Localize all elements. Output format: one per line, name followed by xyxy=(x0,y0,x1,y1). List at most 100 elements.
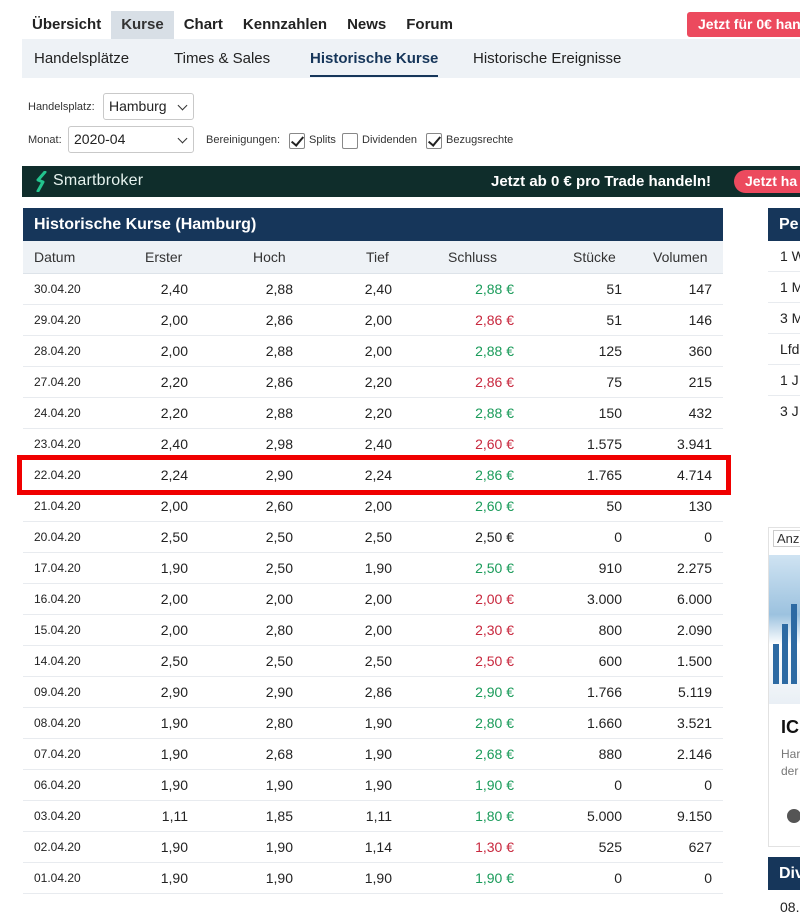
cell-erster: 1,90 xyxy=(160,839,188,855)
nav-kurse[interactable]: Kurse xyxy=(111,11,174,39)
smartbroker-banner[interactable]: Smartbroker Jetzt ab 0 € pro Trade hande… xyxy=(22,166,800,197)
perf-row: Lfd xyxy=(768,334,800,365)
side-ad[interactable]: Anz IC Har der xyxy=(768,527,800,847)
cell-erster: 1,90 xyxy=(160,715,188,731)
cell-erster: 2,90 xyxy=(160,684,188,700)
smartbroker-logo-icon xyxy=(36,171,47,192)
col-stuecke[interactable]: Stücke xyxy=(573,241,616,274)
table-row: 06.04.20 1,90 1,90 1,90 1,90 € 0 0 xyxy=(23,770,723,801)
cell-datum: 27.04.20 xyxy=(34,375,81,389)
dividenden-checkbox[interactable] xyxy=(342,133,358,149)
cell-erster: 2,00 xyxy=(160,622,188,638)
col-erster[interactable]: Erster xyxy=(145,241,182,274)
cell-tief: 1,14 xyxy=(364,839,392,855)
splits-checkbox[interactable] xyxy=(289,133,305,149)
cell-tief: 1,11 xyxy=(365,808,392,824)
cell-schluss: 2,86 € xyxy=(475,312,514,328)
banner-brand: Smartbroker xyxy=(53,172,144,189)
cell-schluss: 2,50 € xyxy=(475,653,514,669)
subnav-handelsplaetze[interactable]: Handelsplätze xyxy=(34,39,129,78)
bezugsrechte-checkbox[interactable] xyxy=(426,133,442,149)
cell-hoch: 1,85 xyxy=(265,808,293,824)
cell-volumen: 2.090 xyxy=(676,622,712,638)
globe-icon xyxy=(787,809,800,823)
cell-hoch: 2,60 xyxy=(265,498,293,514)
cell-tief: 2,86 xyxy=(364,684,392,700)
cell-volumen: 3.521 xyxy=(676,715,712,731)
table-row: 16.04.20 2,00 2,00 2,00 2,00 € 3.000 6.000 xyxy=(23,584,723,615)
monat-select[interactable]: 2020-04 xyxy=(68,126,194,153)
cell-datum: 07.04.20 xyxy=(34,747,81,761)
cell-erster: 2,00 xyxy=(160,498,188,514)
cell-volumen: 0 xyxy=(704,870,712,886)
cell-stuecke: 0 xyxy=(614,870,622,886)
monat-value: 2020-04 xyxy=(74,131,126,147)
col-datum[interactable]: Datum xyxy=(34,241,75,274)
table-row: 29.04.20 2,00 2,86 2,00 2,86 € 51 146 xyxy=(23,305,723,336)
cell-hoch: 2,80 xyxy=(265,715,293,731)
col-schluss[interactable]: Schluss xyxy=(448,241,497,274)
col-tief[interactable]: Tief xyxy=(366,241,389,274)
cell-erster: 2,20 xyxy=(160,405,188,421)
table-title: Historische Kurse (Hamburg) xyxy=(23,208,723,241)
subnav-historische-ereignisse[interactable]: Historische Ereignisse xyxy=(473,39,621,78)
nav-uebersicht[interactable]: Übersicht xyxy=(22,11,111,39)
cell-tief: 1,90 xyxy=(364,746,392,762)
table-header: Datum Erster Hoch Tief Schluss Stücke Vo… xyxy=(23,241,723,274)
cell-volumen: 2.275 xyxy=(676,560,712,576)
cell-tief: 2,00 xyxy=(364,622,392,638)
table-row: 07.04.20 1,90 2,68 1,90 2,68 € 880 2.146 xyxy=(23,739,723,770)
subnav-times-sales[interactable]: Times & Sales xyxy=(174,39,270,78)
nav-news[interactable]: News xyxy=(337,11,396,39)
cell-schluss: 1,30 € xyxy=(475,839,514,855)
ad-heading: IC xyxy=(781,717,799,737)
ad-tag: Anz xyxy=(773,530,800,547)
cell-stuecke: 880 xyxy=(598,746,622,762)
chevron-down-icon xyxy=(177,100,188,111)
banner-button[interactable]: Jetzt ha xyxy=(734,170,800,193)
cell-stuecke: 910 xyxy=(598,560,622,576)
cell-stuecke: 50 xyxy=(606,498,622,514)
cell-tief: 1,90 xyxy=(364,715,392,731)
cell-volumen: 432 xyxy=(688,405,712,421)
perf-row: 1 J xyxy=(768,365,800,396)
cell-schluss: 2,88 € xyxy=(475,343,514,359)
cell-schluss: 2,30 € xyxy=(475,622,514,638)
cell-datum: 24.04.20 xyxy=(34,406,81,420)
cell-volumen: 0 xyxy=(704,529,712,545)
cell-hoch: 1,90 xyxy=(265,870,293,886)
cell-erster: 2,00 xyxy=(160,591,188,607)
table-row: 21.04.20 2,00 2,60 2,00 2,60 € 50 130 xyxy=(23,491,723,522)
cell-tief: 1,90 xyxy=(364,870,392,886)
cell-tief: 2,00 xyxy=(364,343,392,359)
cell-hoch: 2,68 xyxy=(265,746,293,762)
table-row: 03.04.20 1,11 1,85 1,11 1,80 € 5.000 9.150 xyxy=(23,801,723,832)
handelsplatz-label: Handelsplatz: xyxy=(28,101,95,113)
table-row: 01.04.20 1,90 1,90 1,90 1,90 € 0 0 xyxy=(23,863,723,894)
cell-tief: 1,90 xyxy=(364,560,392,576)
cell-erster: 1,11 xyxy=(161,808,188,824)
cell-erster: 2,00 xyxy=(160,343,188,359)
col-hoch[interactable]: Hoch xyxy=(253,241,286,274)
nav-kennzahlen[interactable]: Kennzahlen xyxy=(233,11,337,39)
cell-volumen: 147 xyxy=(688,281,712,297)
subnav-historische-kurse[interactable]: Historische Kurse xyxy=(310,39,439,77)
cell-tief: 2,20 xyxy=(364,405,392,421)
cell-hoch: 2,80 xyxy=(265,622,293,638)
cell-volumen: 1.500 xyxy=(676,653,712,669)
table-row: 02.04.20 1,90 1,90 1,14 1,30 € 525 627 xyxy=(23,832,723,863)
cell-erster: 2,50 xyxy=(160,529,188,545)
cell-stuecke: 150 xyxy=(598,405,622,421)
col-volumen[interactable]: Volumen xyxy=(653,241,707,274)
nav-chart[interactable]: Chart xyxy=(174,11,233,39)
cell-datum: 02.04.20 xyxy=(34,840,81,854)
trade-cta-button[interactable]: Jetzt für 0€ han xyxy=(687,12,800,37)
nav-forum[interactable]: Forum xyxy=(396,11,463,39)
cell-erster: 2,40 xyxy=(160,281,188,297)
bezugsrechte-label: Bezugsrechte xyxy=(446,134,514,146)
cell-schluss: 2,68 € xyxy=(475,746,514,762)
cell-hoch: 2,88 xyxy=(265,281,293,297)
cell-stuecke: 800 xyxy=(598,622,622,638)
cell-stuecke: 0 xyxy=(614,777,622,793)
handelsplatz-select[interactable]: Hamburg xyxy=(103,93,194,120)
